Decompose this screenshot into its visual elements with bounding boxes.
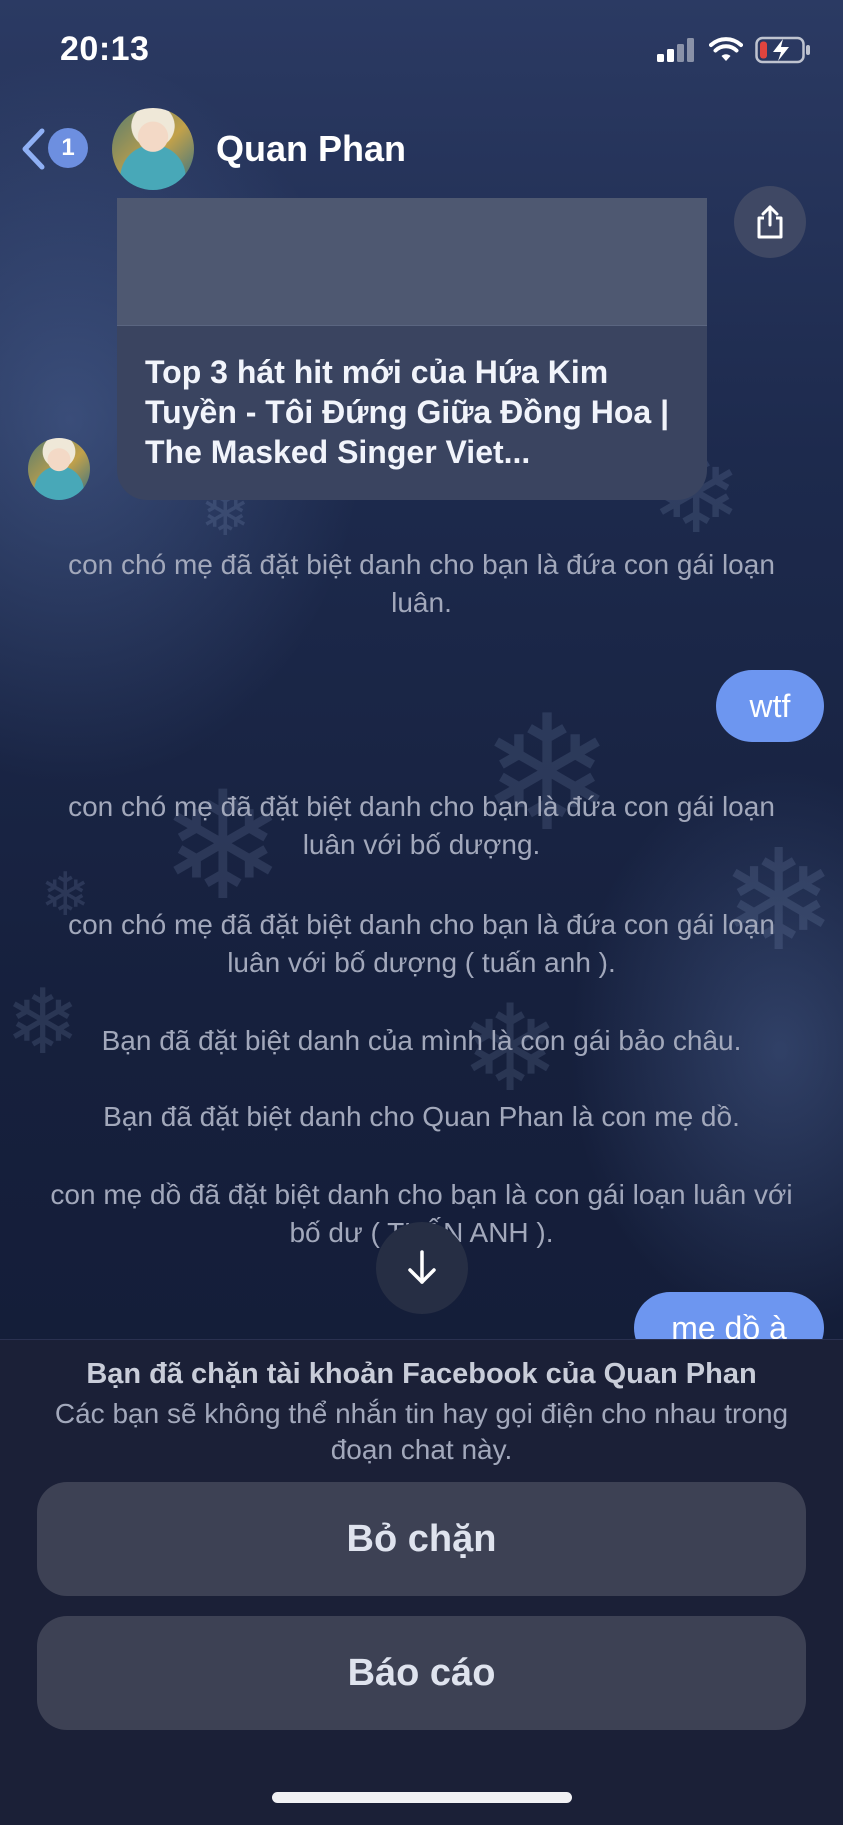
unread-count-badge: 1 [48, 128, 88, 168]
avatar[interactable] [112, 108, 194, 190]
battery-charging-icon [755, 36, 810, 64]
blocked-title: Bạn đã chặn tài khoản Facebook của Quan … [86, 1358, 757, 1390]
back-button[interactable]: 1 [20, 126, 92, 172]
link-thumbnail [117, 198, 707, 326]
share-button[interactable] [734, 186, 806, 258]
blocked-description: Các bạn sẽ không thể nhắn tin hay gọi đi… [54, 1398, 789, 1465]
signal-icon [657, 38, 694, 62]
chevron-left-icon [22, 128, 45, 170]
system-notice: con chó mẹ đã đặt biệt danh cho bạn là đ… [68, 909, 775, 978]
system-notice: Bạn đã đặt biệt danh cho Quan Phan là co… [103, 1101, 740, 1132]
sender-avatar[interactable] [28, 438, 90, 500]
system-notice: con chó mẹ đã đặt biệt danh cho bạn là đ… [68, 549, 775, 618]
link-preview-card[interactable]: Top 3 hát hit mới của Hứa Kim Tuyền - Tô… [117, 198, 707, 500]
wifi-icon [709, 37, 743, 61]
unblock-button[interactable]: Bỏ chặn [37, 1482, 806, 1596]
system-notice: con chó mẹ đã đặt biệt danh cho bạn là đ… [68, 791, 775, 860]
share-icon [757, 205, 783, 239]
home-indicator[interactable] [272, 1792, 572, 1803]
link-title: Top 3 hát hit mới của Hứa Kim Tuyền - Tô… [145, 354, 670, 470]
contact-name[interactable]: Quan Phan [216, 128, 406, 170]
status-icons [657, 36, 811, 64]
outgoing-message-bubble[interactable]: wtf [716, 670, 824, 742]
report-button[interactable]: Báo cáo [37, 1616, 806, 1730]
arrow-down-icon [408, 1250, 436, 1284]
system-notice: Bạn đã đặt biệt danh của mình là con gái… [101, 1025, 742, 1056]
status-time: 20:13 [60, 30, 150, 68]
scroll-to-bottom-button[interactable] [376, 1222, 468, 1314]
blocked-sheet: Bạn đã chặn tài khoản Facebook của Quan … [0, 1339, 843, 1825]
